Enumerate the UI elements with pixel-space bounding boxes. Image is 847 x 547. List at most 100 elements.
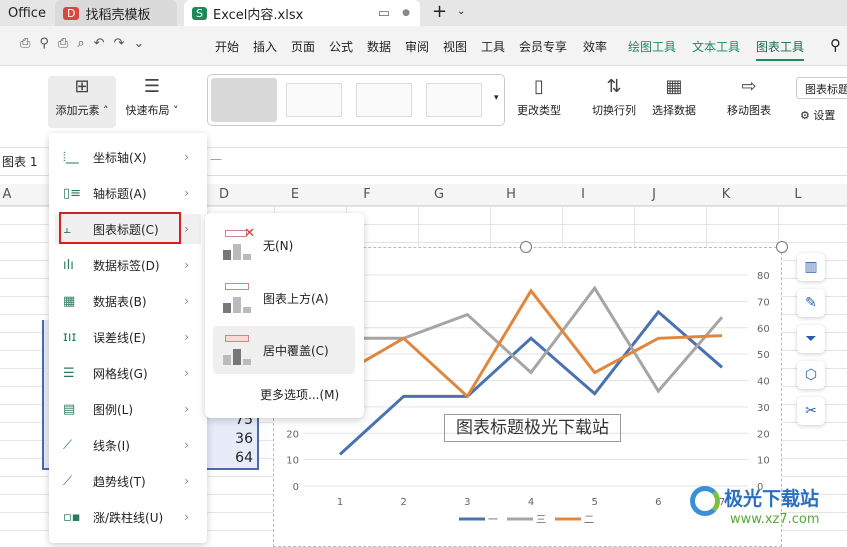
menu-item[interactable]: ⟋ 线条(I) › [55, 430, 201, 460]
chart-elements-icon[interactable]: ▥ [797, 253, 825, 281]
updown-bar-icon: ▫▪ [63, 509, 81, 525]
chart-style-4[interactable] [426, 83, 482, 117]
menu-start[interactable]: 开始 [215, 38, 239, 55]
move-chart-button[interactable]: ⇨ 移动图表 [722, 76, 776, 118]
menu-insert[interactable]: 插入 [253, 38, 277, 55]
col-header[interactable]: K [716, 187, 736, 202]
col-header[interactable]: L [788, 187, 808, 202]
menu-chart-tools[interactable]: 图表工具 [756, 38, 805, 61]
name-box[interactable]: 图表 1 [2, 153, 37, 170]
submenu-none[interactable]: ✕ 无(N) [213, 221, 355, 269]
change-type-button[interactable]: ▯ 更改类型 [512, 76, 566, 118]
y-tick-label-left: 0 [293, 482, 299, 493]
chart-style-gallery: ▾ [207, 74, 505, 126]
label: 快速布局 [125, 104, 170, 117]
submenu-centered-overlay[interactable]: 居中覆盖(C) [213, 326, 355, 374]
cell[interactable]: 36 [235, 431, 253, 447]
chevron-right-icon: › [184, 294, 189, 308]
menu-item[interactable]: ⟋ 趋势线(T) › [55, 466, 201, 496]
switch-rowcol-icon: ⇅ [606, 76, 622, 97]
highlight-box [59, 212, 181, 244]
col-header[interactable]: I [573, 187, 593, 202]
filter-icon[interactable]: ⏷ [797, 325, 825, 353]
menu-formula[interactable]: 公式 [329, 38, 353, 55]
add-element-button[interactable]: ⊞ 添加元素 ˄ [48, 76, 116, 128]
menu-item[interactable]: ▦ 数据表(B) › [55, 286, 201, 316]
trendline-icon: ⟋ [63, 473, 73, 489]
title-above-icon [221, 283, 255, 313]
menu-item[interactable]: ılı 数据标签(D) › [55, 250, 201, 280]
chart-title[interactable]: 图表标题极光下载站 [444, 414, 621, 442]
chevron-right-icon: › [184, 474, 189, 488]
chevron-down-icon[interactable]: ⌄ [457, 6, 465, 17]
menu-tools[interactable]: 工具 [481, 38, 505, 55]
menu-item[interactable]: ▫▪ 涨/跌柱线(U) › [55, 502, 201, 532]
x-tick-label: 5 [591, 497, 597, 508]
col-header[interactable]: G [429, 187, 449, 202]
menu-member[interactable]: 会员专享 [519, 38, 567, 55]
col-header[interactable]: E [285, 187, 305, 202]
label: 误差线(E) [93, 330, 146, 345]
settings-hex-icon[interactable]: ⬡ [797, 361, 825, 389]
col-header[interactable]: H [501, 187, 521, 202]
switch-rowcol-button[interactable]: ⇅ 切换行列 [587, 76, 641, 118]
menu-page[interactable]: 页面 [291, 38, 315, 55]
col-header[interactable]: F [357, 187, 377, 202]
menu-item[interactable]: ▤ 图例(L) › [55, 394, 201, 424]
gallery-more-icon[interactable]: ▾ [494, 93, 499, 103]
menu-item[interactable]: ɪıɪ 误差线(E) › [55, 322, 201, 352]
menu-efficiency[interactable]: 效率 [583, 38, 607, 55]
new-tab-icon[interactable]: + [432, 1, 447, 22]
legend-icon: ▤ [63, 401, 76, 417]
chevron-right-icon: › [184, 222, 189, 236]
menu-item[interactable]: ⫠ 图表标题(C) › [55, 212, 201, 244]
menu-review[interactable]: 审阅 [405, 38, 429, 55]
quick-access-icons[interactable]: ⎙⚲⎙⌕↶↷⌄ [20, 36, 153, 51]
label: 居中覆盖(C) [263, 343, 329, 358]
tab-template[interactable]: D 找稻壳模板 [55, 0, 177, 26]
submenu-above-chart[interactable]: 图表上方(A) [213, 274, 355, 322]
chart-style-1[interactable] [211, 78, 277, 122]
watermark-swirl-icon [690, 486, 720, 516]
y-tick-label-right: 60 [757, 324, 770, 335]
col-header[interactable]: A [0, 187, 17, 202]
resize-handle[interactable] [776, 241, 788, 253]
menu-item[interactable]: ⦙⎽ 坐标轴(X) › [55, 142, 201, 172]
col-header[interactable]: D [214, 187, 234, 202]
tools-icon[interactable]: ✂ [797, 397, 825, 425]
tab-excel-file[interactable]: S Excel内容.xlsx ▭ ● [184, 0, 420, 26]
cell[interactable]: 64 [235, 450, 253, 466]
chevron-right-icon: › [184, 366, 189, 380]
quick-layout-button[interactable]: ☰ 快速布局 ˅ [120, 76, 184, 118]
chart-style-3[interactable] [356, 83, 412, 117]
settings-button[interactable]: ⚙ 设置 [800, 107, 835, 123]
menu-view[interactable]: 视图 [443, 38, 467, 55]
watermark-logo: 极光下载站 www.xz7.com [690, 484, 840, 532]
label: 坐标轴(X) [93, 150, 147, 165]
tab-office[interactable]: Office [0, 0, 48, 26]
menu-text-tools[interactable]: 文本工具 [692, 38, 740, 55]
select-data-button[interactable]: ▦ 选择数据 [646, 76, 702, 118]
menu-item[interactable]: ▯≡ 轴标题(A) › [55, 178, 201, 208]
menu-item[interactable]: ☰ 网格线(G) › [55, 358, 201, 388]
tab-label: Office [8, 5, 46, 21]
menu-drawing-tools[interactable]: 绘图工具 [628, 38, 676, 55]
monitor-icon[interactable]: ▭ [378, 6, 390, 21]
error-bar-icon: ɪıɪ [63, 329, 77, 345]
chart-style-2[interactable] [286, 83, 342, 117]
chevron-right-icon: › [184, 186, 189, 200]
brush-icon[interactable]: ✎ [797, 289, 825, 317]
label: 选择数据 [652, 104, 696, 117]
chevron-right-icon: › [184, 150, 189, 164]
chart-element-select[interactable]: 图表标题 [796, 77, 847, 99]
resize-handle[interactable] [520, 241, 532, 253]
search-icon[interactable]: ⚲ [830, 36, 841, 54]
divider: — [210, 152, 222, 166]
submenu-more-options[interactable]: 更多选项...(M) [260, 386, 339, 403]
col-header[interactable]: J [644, 187, 664, 202]
change-type-icon: ▯ [534, 76, 544, 97]
label: 图表上方(A) [263, 291, 329, 306]
menu-data[interactable]: 数据 [367, 38, 391, 55]
y-tick-label-right: 30 [757, 403, 770, 414]
legend-label: 三 [536, 515, 546, 526]
